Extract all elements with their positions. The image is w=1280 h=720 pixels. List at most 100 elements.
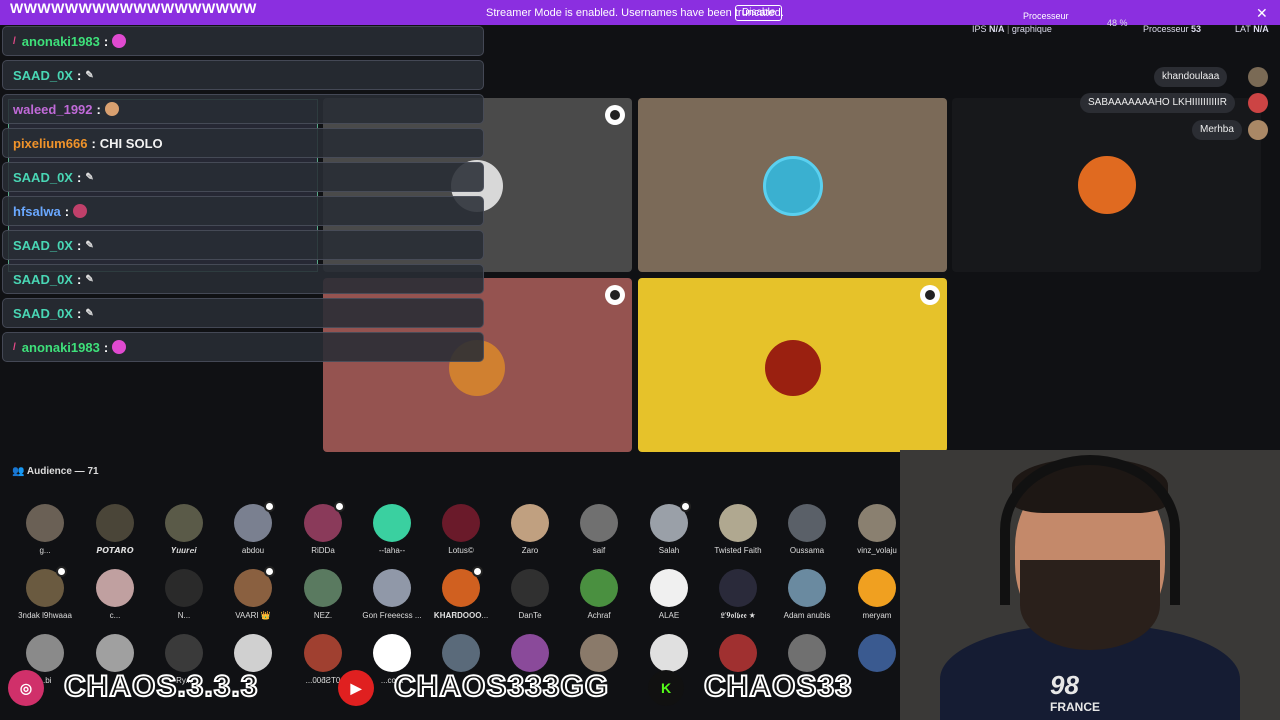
disable-streamer-mode-button[interactable]: Disable — [735, 5, 783, 21]
voice-message: Merhba — [1192, 120, 1242, 140]
ips-stat: IPS N/A | graphique — [972, 24, 1052, 34]
audience-member[interactable]: Lotus© — [426, 504, 496, 555]
avatar — [304, 569, 342, 607]
audience-member[interactable]: NEZ. — [288, 569, 358, 620]
ips-label: IPS — [972, 24, 987, 34]
avatar — [373, 504, 411, 542]
avatar — [788, 504, 826, 542]
chat-username: SAAD_0X — [13, 305, 73, 321]
chat-message: waleed_1992: — [2, 94, 484, 124]
message-avatar — [1248, 120, 1268, 140]
chat-message: SAAD_0X: ✎ — [2, 60, 484, 90]
audience-member[interactable]: 𝒀𝒖𝒖𝒓𝒆𝒊 — [149, 504, 219, 556]
processor-label: Processeur — [1023, 11, 1069, 21]
emote-icon — [112, 340, 127, 354]
member-name: DanTe — [518, 611, 542, 620]
member-name: 𝒀𝒖𝒖𝒓𝒆𝒊 — [171, 546, 197, 555]
avatar — [373, 634, 411, 672]
audience-member[interactable]: Salah — [634, 501, 704, 555]
pencil-icon: ✎ — [85, 171, 94, 183]
audience-member[interactable]: Zaro — [495, 504, 565, 555]
avatar — [442, 504, 480, 542]
avatar — [580, 634, 618, 672]
audience-member[interactable]: --taha-- — [357, 504, 427, 555]
audience-member[interactable]: Achraf — [564, 569, 634, 620]
avatar — [442, 634, 480, 672]
member-name: --taha-- — [378, 546, 406, 555]
member-name: NEZ. — [313, 611, 333, 620]
streamer-webcam: 98 FRANCE — [900, 450, 1280, 720]
chat-message: SAAD_0X: ✎ — [2, 264, 484, 294]
avatar — [511, 504, 549, 542]
audience-member[interactable]: DanTe — [495, 569, 565, 620]
colon: : — [76, 169, 82, 185]
member-name: Achraf — [587, 611, 611, 620]
badge-icon — [264, 566, 275, 577]
voice-message: SABAAAAAAAHO LKHIIIIIIIIIIR — [1080, 93, 1235, 113]
video-tile-2[interactable] — [638, 98, 947, 272]
avatar — [650, 569, 688, 607]
lat-label: LAT — [1235, 24, 1251, 34]
audience-member[interactable]: Twisted Faith — [703, 504, 773, 555]
chat-message: SAAD_0X: ✎ — [2, 298, 484, 328]
chat-message: pixelium666: CHI SOLO — [2, 128, 484, 158]
audience-member[interactable]: Adam anubis — [772, 569, 842, 620]
pencil-icon: ✎ — [85, 69, 94, 81]
shield-icon — [605, 285, 625, 305]
voice-message: khandoulaaa — [1154, 67, 1228, 87]
colon: : — [76, 237, 82, 253]
chat-username: pixelium666 — [13, 135, 88, 151]
audience-member[interactable]: 𝕷'𝟗𝖔𝖑𝖇𝖊𝖊 ★ — [703, 569, 773, 621]
colon: : — [76, 271, 82, 287]
member-name: Oussama — [789, 546, 825, 555]
member-name: abdou — [241, 546, 265, 555]
avatar — [26, 566, 67, 607]
avatar — [26, 504, 64, 542]
avatar — [719, 504, 757, 542]
avatar — [165, 504, 203, 542]
avatar — [580, 504, 618, 542]
audience-header[interactable]: 👥 Audience — 71 — [12, 466, 99, 477]
shirt-country: FRANCE — [1050, 700, 1100, 714]
audience-member[interactable]: 𝙋𝙊𝙏𝘼𝙍𝙊 — [80, 504, 150, 555]
member-name: Zaro — [521, 546, 539, 555]
avatar — [719, 634, 757, 672]
lat-stat: LAT N/A — [1235, 24, 1269, 34]
video-tile-5[interactable] — [638, 278, 947, 452]
colon: : — [64, 203, 70, 219]
audience-member[interactable]: abdou — [218, 501, 288, 555]
streamer-mode-banner: WWWWWWWWWWWWWWWWWW Streamer Mode is enab… — [0, 0, 1280, 25]
audience-member[interactable]: VAARI 👑 — [218, 566, 288, 620]
chat-overlay: / anonaki1983: SAAD_0X: ✎ waleed_1992: pixeli… — [2, 26, 484, 366]
member-name: g... — [39, 546, 51, 555]
avatar — [96, 569, 134, 607]
audience-member[interactable]: ALAE — [634, 569, 704, 620]
audience-member[interactable]: 3ndak l9hwaaa — [10, 566, 80, 620]
member-name: RiDDa — [311, 546, 335, 555]
member-name: ALAE — [658, 611, 680, 620]
member-name: 𝙋𝙊𝙏𝘼𝙍𝙊 — [96, 546, 134, 555]
audience-member[interactable]: RiDDa — [288, 501, 358, 555]
colon: : — [76, 67, 82, 83]
chat-username: SAAD_0X — [13, 271, 73, 287]
participant-avatar — [765, 340, 821, 396]
audience-member[interactable]: g... — [10, 504, 80, 555]
member-name: 𝕷'𝟗𝖔𝖑𝖇𝖊𝖊 ★ — [720, 611, 756, 620]
cpu-label: Processeur — [1143, 24, 1189, 34]
audience-member[interactable]: saif — [564, 504, 634, 555]
chat-username: SAAD_0X — [13, 67, 73, 83]
participant-avatar — [1078, 156, 1136, 214]
shield-icon — [605, 105, 625, 125]
member-name: 𝐊𝐇𝐀𝐑𝐃𝐎𝐎𝐎... — [433, 611, 489, 620]
audience-member[interactable]: 𝐊𝐇𝐀𝐑𝐃𝐎𝐎𝐎... — [426, 566, 496, 621]
badge-icon — [334, 501, 345, 512]
cpu-percent: 48 % — [1107, 18, 1128, 28]
audience-member[interactable]: Gon Freeecss ... — [357, 569, 427, 620]
avatar — [858, 504, 896, 542]
member-name: N... — [177, 611, 191, 620]
close-icon[interactable]: ✕ — [1256, 5, 1268, 22]
audience-member[interactable]: Oussama — [772, 504, 842, 555]
audience-member[interactable]: N... — [149, 569, 219, 620]
audience-title: Audience — 71 — [26, 466, 99, 477]
audience-member[interactable]: c... — [80, 569, 150, 620]
